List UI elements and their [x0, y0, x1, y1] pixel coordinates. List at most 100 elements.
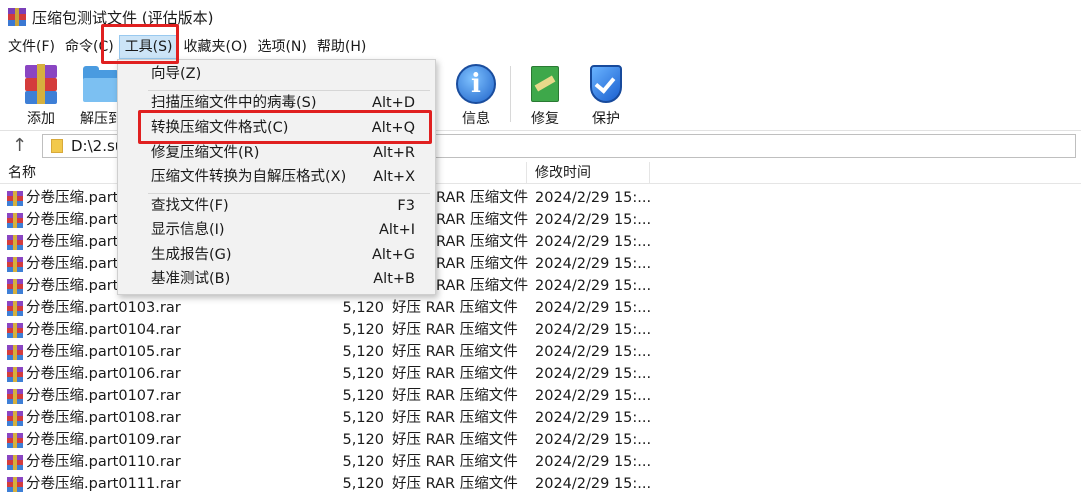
- menu-item-label: 生成报告(G): [151, 247, 232, 263]
- file-name: 分卷压缩.part0: [26, 190, 128, 206]
- file-modified: 2024/2/29 15:...: [535, 454, 652, 470]
- file-type: RAR 压缩文件: [436, 234, 529, 250]
- file-name: 分卷压缩.part0107.rar: [26, 388, 181, 404]
- file-modified: 2024/2/29 15:...: [535, 344, 652, 360]
- up-arrow-icon[interactable]: ↑: [12, 135, 27, 156]
- file-type: 好压 RAR 压缩文件: [392, 344, 518, 360]
- rar-file-icon: [7, 323, 23, 338]
- file-modified: 2024/2/29 15:...: [535, 278, 652, 294]
- menu-item-shortcut: Alt+G: [371, 247, 415, 263]
- menu-item-label: 查找文件(F): [151, 198, 229, 214]
- repair-button[interactable]: 修复: [517, 64, 573, 128]
- file-size: 5,120: [342, 366, 384, 382]
- rar-file-icon: [7, 389, 23, 404]
- title-bar: 压缩包测试文件 (评估版本): [0, 0, 1081, 34]
- menu-tools[interactable]: 工具(S): [118, 35, 179, 59]
- file-name: 分卷压缩.part0103.rar: [26, 300, 181, 316]
- shield-icon: [586, 64, 626, 104]
- file-modified: 2024/2/29 15:...: [535, 432, 652, 448]
- rar-file-icon: [7, 301, 23, 316]
- file-modified: 2024/2/29 15:...: [535, 388, 652, 404]
- file-modified: 2024/2/29 15:...: [535, 322, 652, 338]
- menu-item-repair-archive[interactable]: 修复压缩文件(R) Alt+R: [118, 141, 435, 165]
- menu-options[interactable]: 选项(N): [252, 35, 311, 59]
- menu-item-show-info[interactable]: 显示信息(I) Alt+I: [118, 218, 435, 242]
- menu-item-scan-virus[interactable]: 扫描压缩文件中的病毒(S) Alt+D: [118, 91, 435, 115]
- file-name: 分卷压缩.part0: [26, 212, 128, 228]
- column-modified[interactable]: 修改时间: [527, 162, 650, 184]
- menu-item-shortcut: Alt+Q: [371, 120, 415, 136]
- file-name: 分卷压缩.part0106.rar: [26, 366, 181, 382]
- menu-item-benchmark[interactable]: 基准测试(B) Alt+B: [118, 267, 435, 291]
- file-row[interactable]: 分卷压缩.part0106.rar 5,120 好压 RAR 压缩文件 2024/2/…: [0, 363, 1081, 385]
- menu-item-shortcut: Alt+R: [373, 145, 415, 161]
- file-size: 5,120: [342, 432, 384, 448]
- folder-icon: [51, 139, 63, 153]
- menu-item-convert-sfx[interactable]: 压缩文件转换为自解压格式(X) Alt+X: [118, 165, 435, 189]
- protect-button[interactable]: 保护: [578, 64, 634, 128]
- menu-item-shortcut: Alt+D: [372, 95, 415, 111]
- menu-file[interactable]: 文件(F): [3, 35, 60, 59]
- file-modified: 2024/2/29 15:...: [535, 212, 652, 228]
- file-size: 5,120: [342, 476, 384, 492]
- file-type: 好压 RAR 压缩文件: [392, 432, 518, 448]
- file-name: 分卷压缩.part0110.rar: [26, 454, 181, 470]
- menu-item-wizard[interactable]: 向导(Z): [118, 62, 435, 86]
- protect-label: 保护: [592, 111, 620, 127]
- file-row[interactable]: 分卷压缩.part0108.rar 5,120 好压 RAR 压缩文件 2024/2/…: [0, 407, 1081, 429]
- file-row[interactable]: 分卷压缩.part0104.rar 5,120 好压 RAR 压缩文件 2024/2/…: [0, 319, 1081, 341]
- file-type: 好压 RAR 压缩文件: [392, 454, 518, 470]
- menu-item-find-files[interactable]: 查找文件(F) F3: [118, 194, 435, 218]
- info-button[interactable]: i 信息: [448, 64, 504, 128]
- file-size: 5,120: [342, 344, 384, 360]
- rar-file-icon: [7, 279, 23, 294]
- repair-book-icon: [525, 64, 565, 104]
- file-size: 5,120: [342, 454, 384, 470]
- file-type: RAR 压缩文件: [436, 256, 529, 272]
- menu-item-label: 压缩文件转换为自解压格式(X): [151, 169, 347, 185]
- file-modified: 2024/2/29 15:...: [535, 410, 652, 426]
- file-modified: 2024/2/29 15:...: [535, 256, 652, 272]
- file-name: 分卷压缩.part0: [26, 278, 128, 294]
- file-row[interactable]: 分卷压缩.part0109.rar 5,120 好压 RAR 压缩文件 2024/2/…: [0, 429, 1081, 451]
- file-type: 好压 RAR 压缩文件: [392, 476, 518, 492]
- info-icon: i: [456, 64, 496, 104]
- file-row[interactable]: 分卷压缩.part0105.rar 5,120 好压 RAR 压缩文件 2024/2/…: [0, 341, 1081, 363]
- menu-item-label: 扫描压缩文件中的病毒(S): [151, 95, 317, 111]
- repair-label: 修复: [531, 111, 559, 127]
- menu-item-shortcut: Alt+B: [373, 271, 415, 287]
- toolbar-separator: [510, 66, 511, 122]
- file-type: RAR 压缩文件: [436, 190, 529, 206]
- menu-favorites[interactable]: 收藏夹(O): [179, 35, 253, 59]
- file-type: RAR 压缩文件: [436, 278, 529, 294]
- file-name: 分卷压缩.part0: [26, 256, 128, 272]
- menu-item-generate-report[interactable]: 生成报告(G) Alt+G: [118, 243, 435, 267]
- menu-item-label: 转换压缩文件格式(C): [151, 120, 289, 136]
- menu-command[interactable]: 命令(C): [60, 35, 119, 59]
- rar-file-icon: [7, 191, 23, 206]
- menu-item-label: 向导(Z): [151, 66, 202, 82]
- file-modified: 2024/2/29 15:...: [535, 366, 652, 382]
- file-row[interactable]: 分卷压缩.part0111.rar 5,120 好压 RAR 压缩文件 2024/2/…: [0, 473, 1081, 495]
- rar-file-icon: [7, 345, 23, 360]
- file-row[interactable]: 分卷压缩.part0107.rar 5,120 好压 RAR 压缩文件 2024/2/…: [0, 385, 1081, 407]
- file-type: 好压 RAR 压缩文件: [392, 410, 518, 426]
- menu-item-label: 修复压缩文件(R): [151, 145, 260, 161]
- file-modified: 2024/2/29 15:...: [535, 476, 652, 492]
- rar-file-icon: [7, 477, 23, 492]
- file-row[interactable]: 分卷压缩.part0103.rar 5,120 好压 RAR 压缩文件 2024/2/…: [0, 297, 1081, 319]
- rar-file-icon: [7, 367, 23, 382]
- file-name: 分卷压缩.part0111.rar: [26, 476, 181, 492]
- add-button[interactable]: 添加: [13, 64, 69, 128]
- file-type: RAR 压缩文件: [436, 212, 529, 228]
- rar-file-icon: [7, 257, 23, 272]
- file-size: 5,120: [342, 300, 384, 316]
- file-row[interactable]: 分卷压缩.part0110.rar 5,120 好压 RAR 压缩文件 2024/2/…: [0, 451, 1081, 473]
- file-name: 分卷压缩.part0104.rar: [26, 322, 181, 338]
- archive-add-icon: [21, 64, 61, 104]
- file-type: 好压 RAR 压缩文件: [392, 322, 518, 338]
- menu-help[interactable]: 帮助(H): [312, 35, 371, 59]
- menu-item-convert-format[interactable]: 转换压缩文件格式(C) Alt+Q: [118, 116, 435, 140]
- add-label: 添加: [27, 111, 55, 127]
- info-label: 信息: [462, 111, 490, 127]
